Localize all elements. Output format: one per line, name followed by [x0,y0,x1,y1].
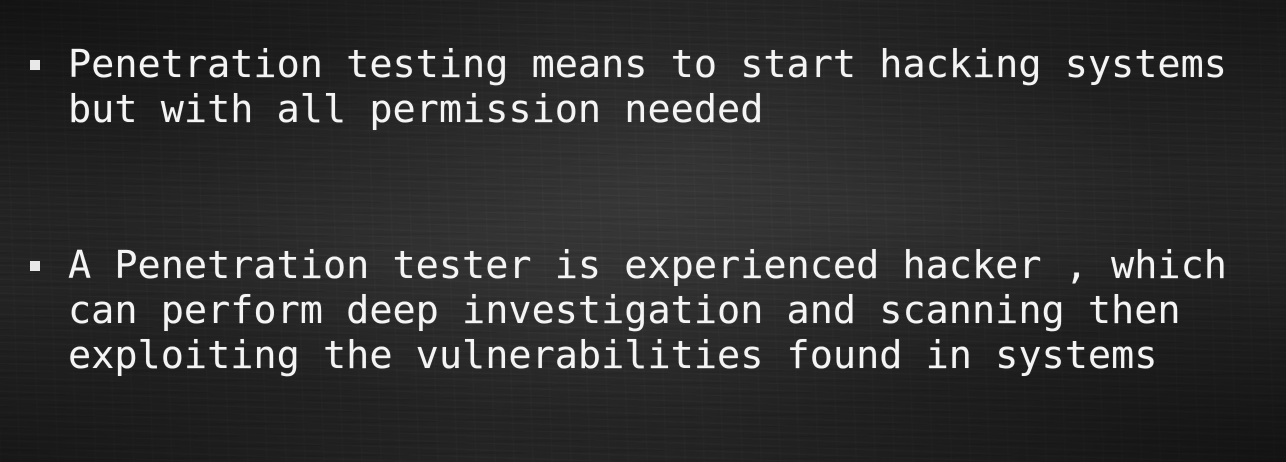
square-bullet-icon [30,261,40,271]
bullet-item-penetration-testing: Penetration testing means to start hacki… [30,42,1260,132]
bullet-item-penetration-tester: A Penetration tester is experienced hack… [30,243,1260,378]
bullet-text: A Penetration tester is experienced hack… [68,243,1227,378]
chalkboard-slide: Penetration testing means to start hacki… [0,0,1286,462]
square-bullet-icon [30,60,40,70]
bullet-text: Penetration testing means to start hacki… [68,42,1227,132]
